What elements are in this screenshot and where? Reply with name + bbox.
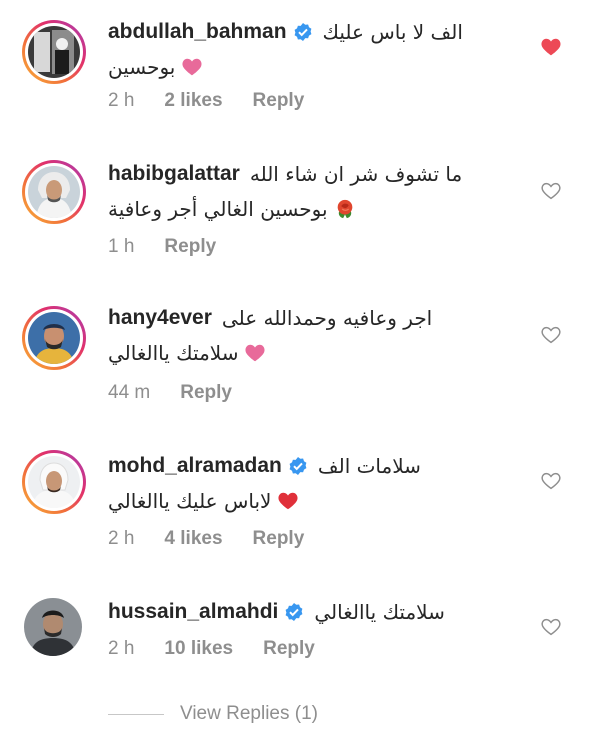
username[interactable]: abdullah_bahman xyxy=(108,20,287,44)
username[interactable]: habibgalattar xyxy=(108,162,240,186)
comment-text: الف لا باس عليك xyxy=(322,20,463,44)
verified-badge-icon xyxy=(288,456,308,476)
reply-button[interactable]: Reply xyxy=(253,90,305,112)
avatar[interactable] xyxy=(22,596,86,660)
heart-outline-icon[interactable] xyxy=(540,324,562,346)
avatar[interactable] xyxy=(22,20,86,84)
heart-outline-icon[interactable] xyxy=(540,470,562,492)
comment-item: habibgalattar ما تشوف شر ان شاء الله بوح… xyxy=(0,158,599,268)
rose-icon xyxy=(334,198,356,220)
comment-time: 2 h xyxy=(108,638,135,659)
replies-divider xyxy=(108,713,164,715)
reply-button[interactable]: Reply xyxy=(263,638,315,660)
comment-text: ما تشوف شر ان شاء الله xyxy=(249,162,463,186)
comment-item: mohd_alramadan سلامات الف لاباس عليك ياا… xyxy=(0,450,599,560)
comment-text: اجر وعافيه وحمدالله على xyxy=(221,306,433,330)
comment-text-line2: بوحسين الغالي أجر وعافية xyxy=(108,197,328,221)
comment-item: hussain_almahdi سلامتك ياالغالي 2 h 10 l… xyxy=(0,596,599,676)
likes-count[interactable]: 4 likes xyxy=(164,528,222,550)
comment-text: سلامتك ياالغالي xyxy=(314,600,445,624)
username[interactable]: mohd_alramadan xyxy=(108,454,282,478)
username[interactable]: hussain_almahdi xyxy=(108,600,278,624)
view-replies-label[interactable]: View Replies (1) xyxy=(180,703,318,725)
comment-time: 1 h xyxy=(108,236,135,257)
heart-outline-icon[interactable] xyxy=(540,616,562,638)
comment-text-line2: لاباس عليك ياالغالي xyxy=(108,489,272,513)
red-heart-icon xyxy=(277,490,299,512)
avatar[interactable] xyxy=(22,306,86,370)
comment-text-line2: بوحسين xyxy=(108,55,176,79)
verified-badge-icon xyxy=(284,602,304,622)
reply-button[interactable]: Reply xyxy=(180,382,232,404)
likes-count[interactable]: 10 likes xyxy=(164,638,233,660)
comment-item: abdullah_bahman الف لا باس عليك بوحسين 2… xyxy=(0,16,599,126)
view-replies-button[interactable]: View Replies (1) xyxy=(108,700,318,728)
reply-button[interactable]: Reply xyxy=(253,528,305,550)
username[interactable]: hany4ever xyxy=(108,306,212,330)
comment-time: 44 m xyxy=(108,382,151,403)
comment-time: 2 h xyxy=(108,528,135,549)
avatar[interactable] xyxy=(22,160,86,224)
heart-filled-icon[interactable] xyxy=(540,36,562,58)
comment-text-line2: سلامتك ياالغالي xyxy=(108,341,239,365)
likes-count[interactable]: 2 likes xyxy=(164,90,222,112)
comment-time: 2 h xyxy=(108,90,135,111)
avatar[interactable] xyxy=(22,450,86,514)
verified-badge-icon xyxy=(293,22,313,42)
heart-outline-icon[interactable] xyxy=(540,180,562,202)
comment-item: hany4ever اجر وعافيه وحمدالله على سلامتك… xyxy=(0,302,599,412)
pink-heart-icon xyxy=(244,342,266,364)
reply-button[interactable]: Reply xyxy=(164,236,216,258)
pink-heart-icon xyxy=(181,56,203,78)
comment-text: سلامات الف xyxy=(317,454,421,478)
